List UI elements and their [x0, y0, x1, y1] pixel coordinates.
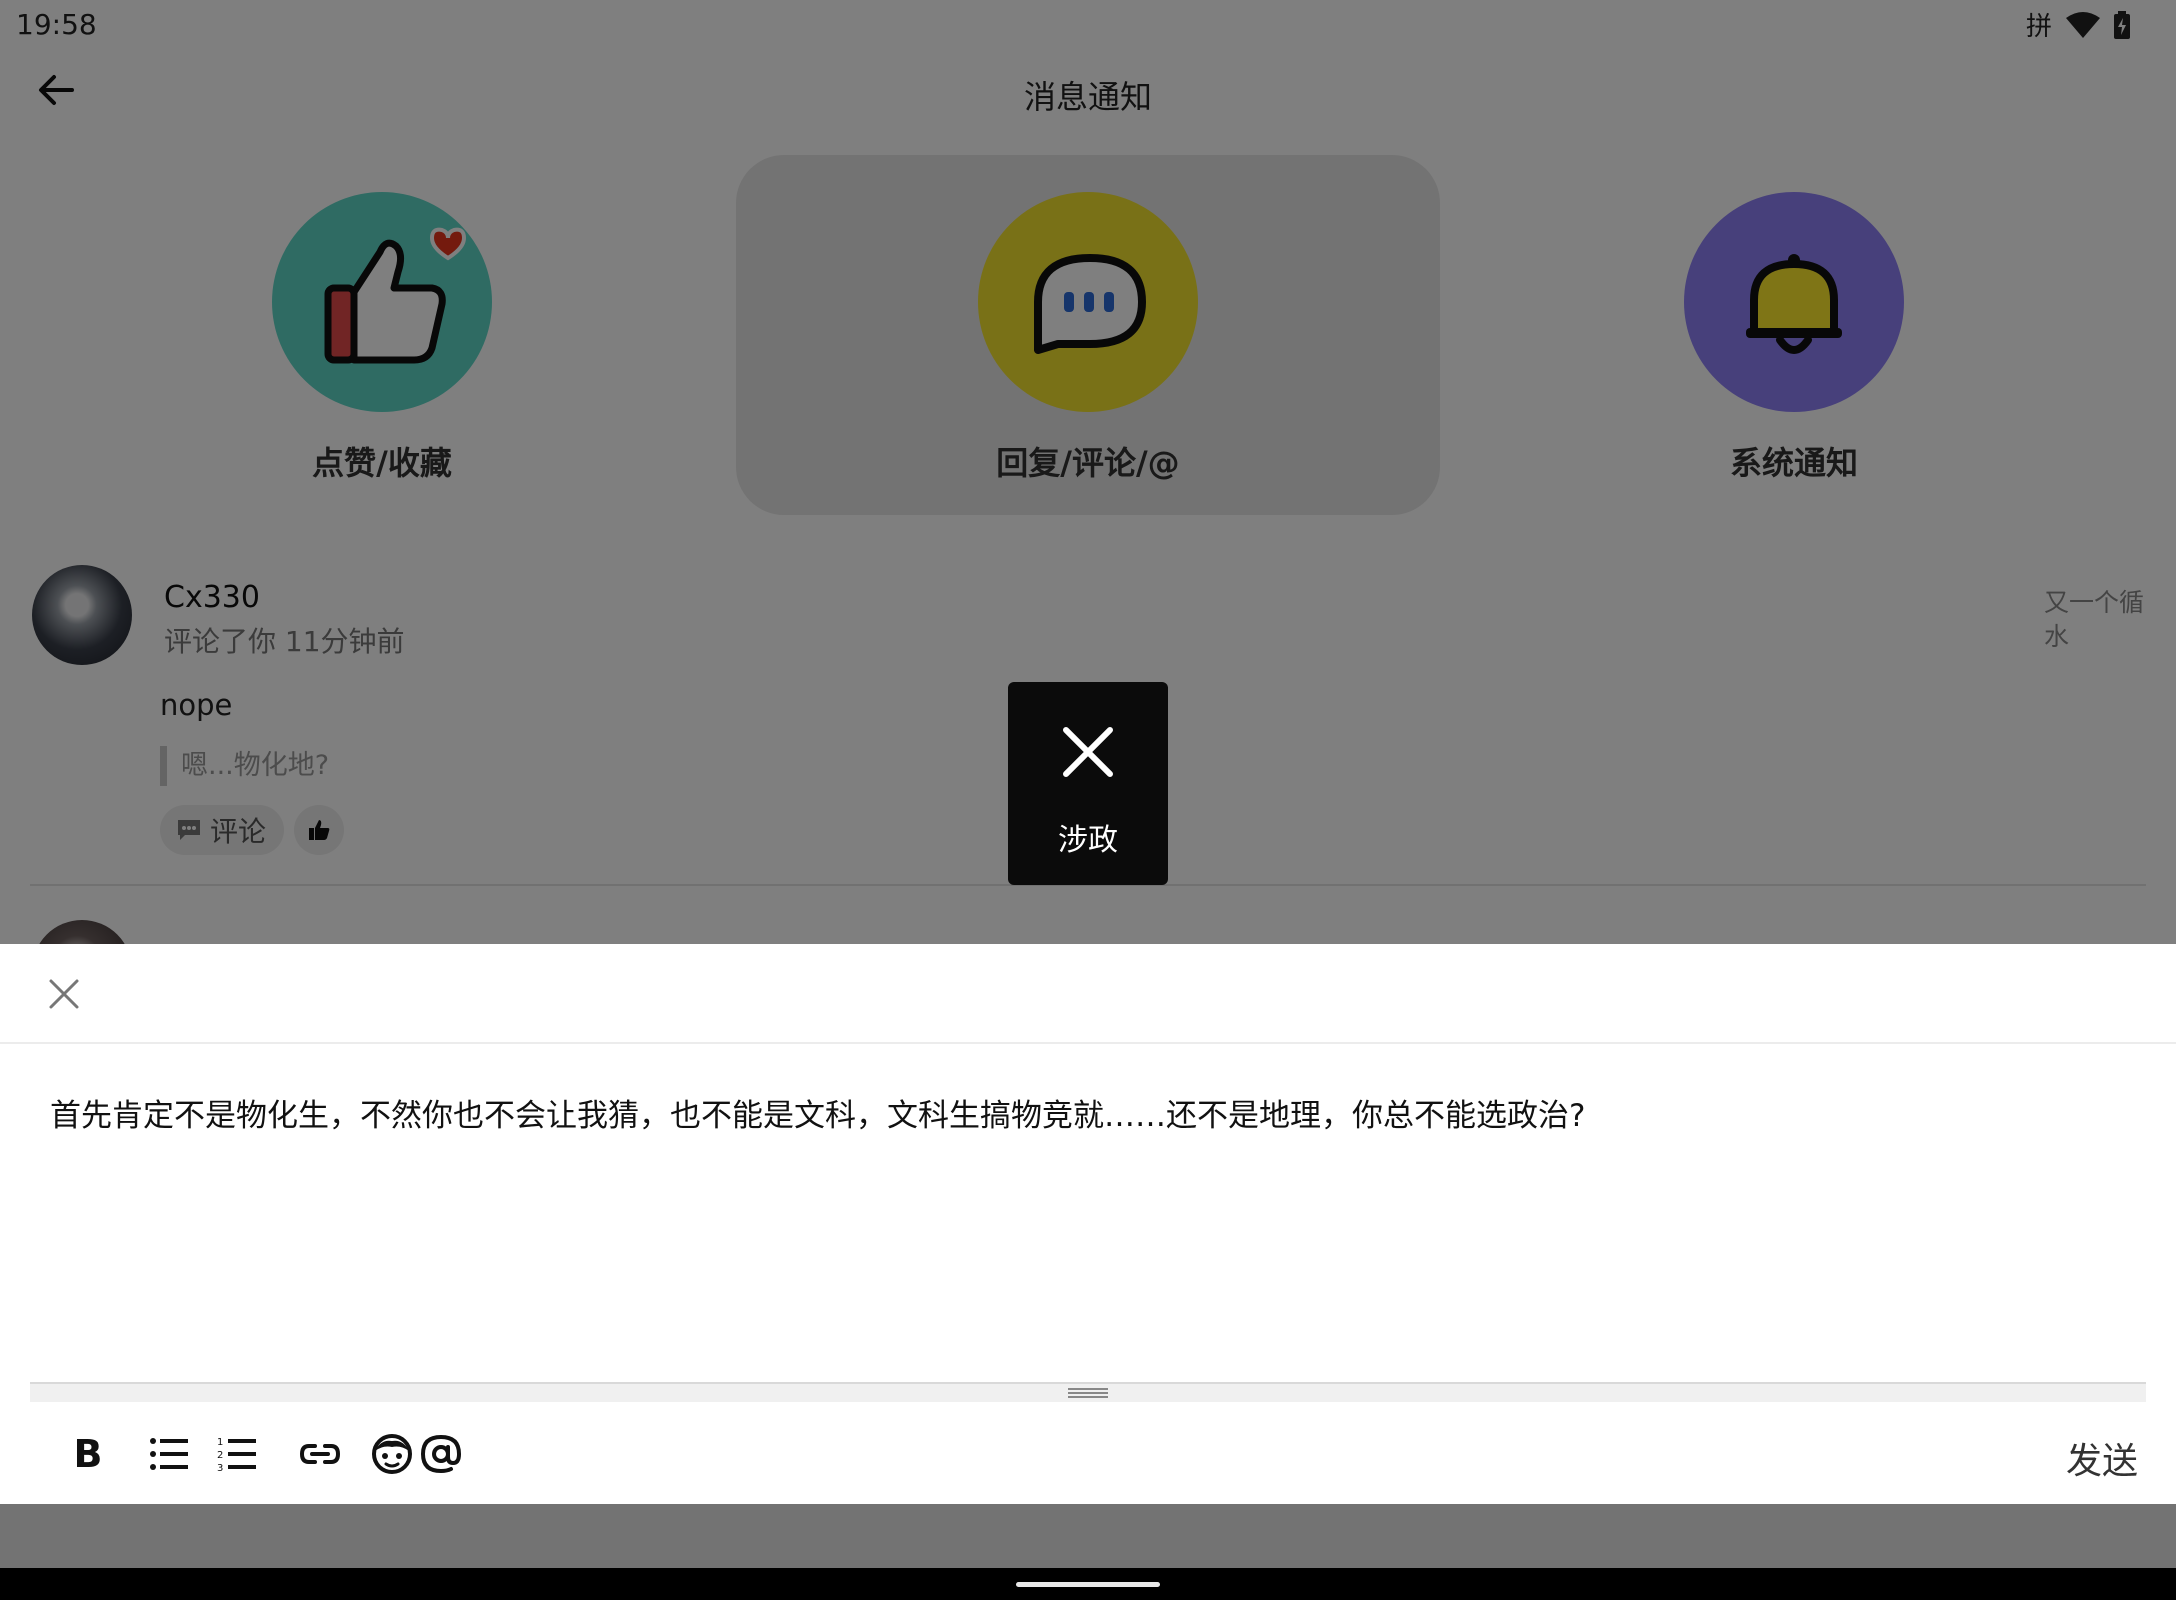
- system-circle: [1684, 192, 1904, 412]
- quoted-comment: 嗯...物化地?: [160, 746, 329, 786]
- emoji-button[interactable]: [370, 1430, 414, 1478]
- reply-comment-button[interactable]: 评论: [160, 805, 285, 855]
- bullet-list-icon: [150, 1438, 188, 1470]
- toast-text: 涉政: [1058, 823, 1118, 858]
- numbered-list-button[interactable]: 1 2 3: [216, 1430, 258, 1478]
- close-sheet-button[interactable]: [44, 974, 84, 1014]
- status-bar: 19:58 拼: [0, 0, 2176, 50]
- thumbs-up-heart-icon: [324, 227, 467, 364]
- error-toast: 涉政: [1008, 682, 1168, 885]
- category-likes[interactable]: 点赞/收藏: [30, 155, 734, 515]
- ime-indicator: 拼: [2025, 12, 2052, 42]
- bold-button[interactable]: B: [70, 1430, 106, 1478]
- emoji-face-icon: [372, 1434, 412, 1474]
- chat-bubble-icon: [1034, 254, 1146, 354]
- close-icon: [1063, 727, 1113, 777]
- category-row: 点赞/收藏 回复/评论/@ 系统通知: [0, 155, 2176, 515]
- numbered-list-icon: 1 2 3: [217, 1437, 256, 1472]
- reply-label: 评论: [210, 815, 267, 848]
- page-title: 消息通知: [1023, 78, 1152, 116]
- category-replies[interactable]: 回复/评论/@: [736, 155, 1440, 515]
- category-label: 点赞/收藏: [312, 444, 452, 482]
- wifi-icon: [2066, 11, 2100, 38]
- at-sign-icon: [420, 1434, 462, 1474]
- battery-icon: [2114, 10, 2130, 39]
- send-button[interactable]: 发送: [2066, 1432, 2138, 1484]
- reply-text-editor[interactable]: 首先肯定不是物化生，不然你也不会让我猜，也不能是文科，文科生搞物竞就……还不是地…: [50, 1094, 2130, 1138]
- app-bar: 消息通知: [0, 50, 2176, 140]
- message-body: nope: [160, 688, 233, 722]
- post-title[interactable]: 又一个循水: [2044, 586, 2144, 654]
- close-icon: [49, 979, 79, 1009]
- likes-circle: [272, 192, 492, 412]
- comment-icon: [178, 820, 200, 840]
- home-gesture-handle[interactable]: [1016, 1582, 1160, 1587]
- system-navigation-bar: [0, 1568, 2176, 1600]
- mention-button[interactable]: [418, 1430, 464, 1478]
- link-button[interactable]: [298, 1430, 342, 1478]
- dimmed-background-strip: [0, 1504, 2176, 1568]
- link-icon: [299, 1444, 341, 1464]
- replies-circle: [978, 192, 1198, 412]
- grip-icon: [1068, 1388, 1108, 1398]
- like-button[interactable]: [294, 805, 344, 855]
- svg-text:3: 3: [217, 1463, 223, 1472]
- message-meta: 评论了你 11分钟前: [164, 625, 405, 658]
- bullet-list-button[interactable]: [148, 1430, 190, 1478]
- editor-toolbar: B 1 2 3 发送: [0, 1404, 2176, 1504]
- bell-icon: [1746, 254, 1842, 354]
- avatar[interactable]: [32, 565, 132, 665]
- svg-text:2: 2: [217, 1450, 223, 1461]
- svg-text:1: 1: [217, 1437, 223, 1448]
- sheet-header-divider: [0, 1042, 2176, 1044]
- status-time: 19:58: [16, 8, 97, 41]
- username[interactable]: Cx330: [164, 580, 260, 615]
- category-label: 系统通知: [1729, 444, 1858, 482]
- category-label: 回复/评论/@: [996, 444, 1180, 482]
- thumbs-up-icon: [309, 820, 330, 840]
- category-system[interactable]: 系统通知: [1442, 155, 2146, 515]
- status-icons: 拼: [2026, 6, 2130, 43]
